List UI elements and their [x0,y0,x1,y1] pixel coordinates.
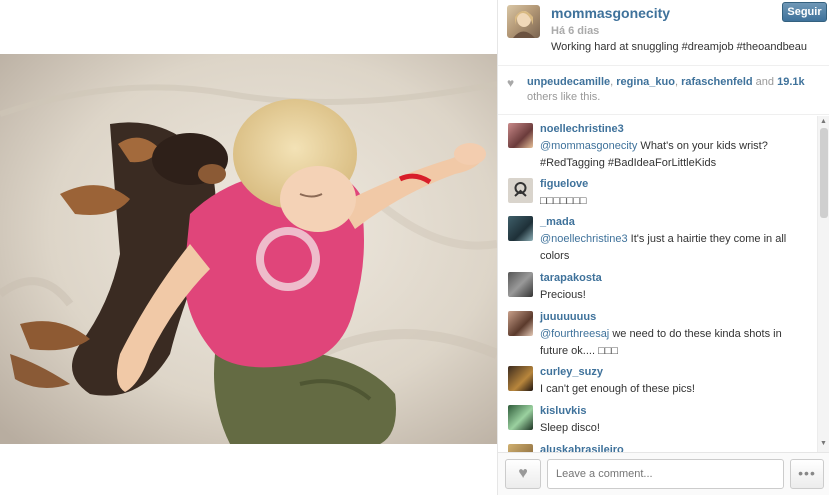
likes-text: unpeudecamille, regina_kuo, rafaschenfel… [527,76,805,103]
likes-count[interactable]: 19.1k [777,76,805,88]
scroll-down-icon[interactable]: ▼ [820,440,827,447]
comment-username[interactable]: juuuuuuus [540,311,596,323]
comment-text: Sleep disco! [540,422,600,434]
commenter-avatar[interactable] [508,405,533,430]
post-caption: Working hard at snuggling #dreamjob #the… [551,41,808,53]
post-age: Há 6 dias [551,25,600,37]
scroll-up-icon[interactable]: ▲ [820,118,827,125]
scroll-thumb[interactable] [820,128,828,218]
likes-suffix: others like this. [527,91,601,103]
comment-text: @mommasgonecity What's on your kids wris… [540,140,768,169]
owner-username[interactable]: mommasgonecity [551,5,670,21]
comment-footer: ♥ ••• [498,452,829,495]
comment-username[interactable]: curley_suzy [540,366,603,378]
comment-mention[interactable]: @mommasgonecity [540,140,637,152]
follow-button[interactable]: Seguir [782,2,827,22]
commenter-avatar[interactable] [508,272,533,297]
like-user-link[interactable]: unpeudecamille [527,76,610,88]
comment-username[interactable]: noellechristine3 [540,123,624,135]
heart-icon: ♥ [507,76,515,90]
owner-avatar[interactable] [507,5,540,38]
ellipsis-icon: ••• [798,465,816,481]
comment-mention[interactable]: @noellechristine3 [540,233,628,245]
commenter-avatar[interactable] [508,178,533,203]
comment-text: □□□□□□□ [540,195,587,207]
comment-mention[interactable]: @fourthreesaj [540,328,609,340]
like-user-link[interactable]: regina_kuo [616,76,675,88]
comments-list[interactable]: noellechristine3 @mommasgonecity What's … [498,116,818,452]
comment-username[interactable]: kisluvkis [540,405,586,417]
photo-pane [0,0,497,495]
comment-input[interactable] [547,459,784,489]
comment-username[interactable]: tarapakosta [540,272,602,284]
comment-text: Precious! [540,289,586,301]
commenter-avatar[interactable] [508,444,533,452]
comment-username[interactable]: _mada [540,216,575,228]
post-photo[interactable] [0,54,497,444]
comments-scrollbar[interactable]: ▲ ▼ [817,116,829,452]
comment-username[interactable]: figuelove [540,178,588,190]
comment-text: I can't get enough of these pics! [540,383,695,395]
post-header: mommasgonecity Há 6 dias Working hard at… [498,0,829,66]
commenter-avatar[interactable] [508,216,533,241]
comment-text: @noellechristine3 It's just a hairtie th… [540,233,787,262]
post-sidebar: mommasgonecity Há 6 dias Working hard at… [497,0,829,495]
likes-summary: ♥ unpeudecamille, regina_kuo, rafaschenf… [498,67,829,115]
commenter-avatar[interactable] [508,123,533,148]
commenter-avatar[interactable] [508,366,533,391]
commenter-avatar[interactable] [508,311,533,336]
like-button[interactable]: ♥ [505,459,541,489]
like-user-link[interactable]: rafaschenfeld [681,76,753,88]
comment-text: @fourthreesaj we need to do these kinda … [540,328,782,357]
more-options-button[interactable]: ••• [790,459,824,489]
heart-icon: ♥ [518,465,528,482]
instagram-post-viewer: mommasgonecity Há 6 dias Working hard at… [0,0,829,495]
comment-username[interactable]: aluskabrasileiro [540,444,624,452]
